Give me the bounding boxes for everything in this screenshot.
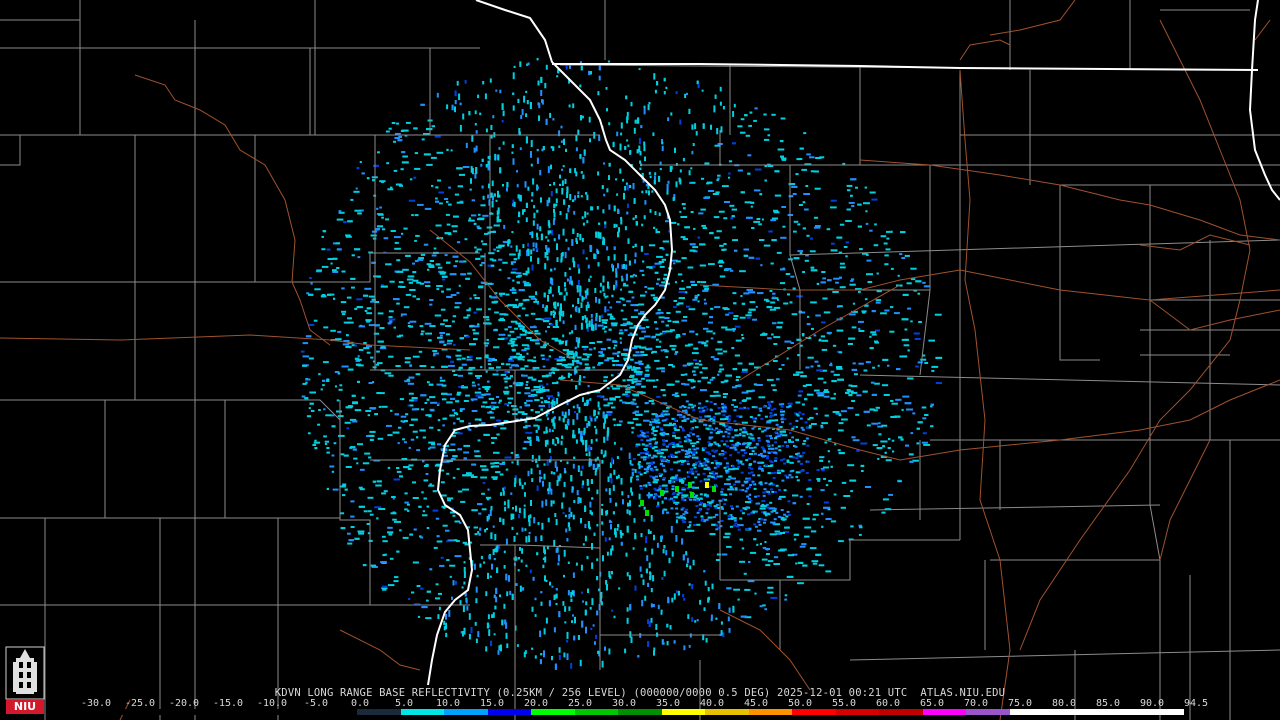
color-scale-labels: -30.0 -25.0 -20.0 -15.0 -10.0 -5.0 0.0 5.0 10.0 1… — [81, 698, 1208, 709]
scale-label: 90.0 — [1139, 698, 1165, 709]
scale-segment — [748, 709, 793, 715]
scale-segment — [1096, 709, 1141, 715]
scale-segment — [357, 709, 401, 715]
scale-label: -25.0 — [124, 698, 156, 709]
scale-segment — [400, 709, 445, 715]
scale-label: -30.0 — [80, 698, 112, 709]
scale-segment — [1140, 709, 1184, 715]
color-scale-bar — [96, 709, 1184, 715]
logo-text: NIU — [6, 700, 44, 714]
scale-segment — [313, 709, 358, 715]
tower-emblem-icon — [5, 646, 45, 700]
scale-segment — [879, 709, 923, 715]
scale-label: 20.0 — [523, 698, 549, 709]
scale-label: 45.0 — [743, 698, 769, 709]
scale-segment — [183, 709, 227, 715]
scale-segment — [705, 709, 749, 715]
scale-label: 94.5 — [1183, 698, 1209, 709]
scale-label: 85.0 — [1095, 698, 1121, 709]
scale-label: 55.0 — [831, 698, 857, 709]
scale-label: 35.0 — [655, 698, 681, 709]
scale-label: 60.0 — [875, 698, 901, 709]
scale-segment — [835, 709, 880, 715]
scale-label: 50.0 — [787, 698, 813, 709]
scale-segment — [1053, 709, 1097, 715]
scale-segment — [96, 709, 140, 715]
scale-segment — [661, 709, 706, 715]
scale-segment — [487, 709, 532, 715]
scale-segment — [792, 709, 836, 715]
scale-label: 5.0 — [394, 698, 414, 709]
scale-segment — [618, 709, 662, 715]
scale-label: 80.0 — [1051, 698, 1077, 709]
scale-label: -20.0 — [168, 698, 200, 709]
scale-label: 65.0 — [919, 698, 945, 709]
scale-segment — [444, 709, 488, 715]
niu-logo: NIU — [4, 646, 46, 716]
scale-segment — [531, 709, 575, 715]
scale-label: 30.0 — [611, 698, 637, 709]
scale-label: -15.0 — [212, 698, 244, 709]
scale-segment — [966, 709, 1010, 715]
scale-label: 15.0 — [479, 698, 505, 709]
scale-label: 75.0 — [1007, 698, 1033, 709]
scale-segment — [1009, 709, 1054, 715]
scale-label: 25.0 — [567, 698, 593, 709]
scale-segment — [270, 709, 314, 715]
scale-label: 70.0 — [963, 698, 989, 709]
scale-label: -10.0 — [256, 698, 288, 709]
scale-segment — [139, 709, 184, 715]
scale-label: -5.0 — [303, 698, 329, 709]
scale-label: 10.0 — [435, 698, 461, 709]
scale-label: 0.0 — [350, 698, 370, 709]
scale-label: 40.0 — [699, 698, 725, 709]
scale-segment — [574, 709, 619, 715]
scale-segment — [922, 709, 967, 715]
radar-map — [0, 0, 1280, 720]
scale-segment — [226, 709, 271, 715]
